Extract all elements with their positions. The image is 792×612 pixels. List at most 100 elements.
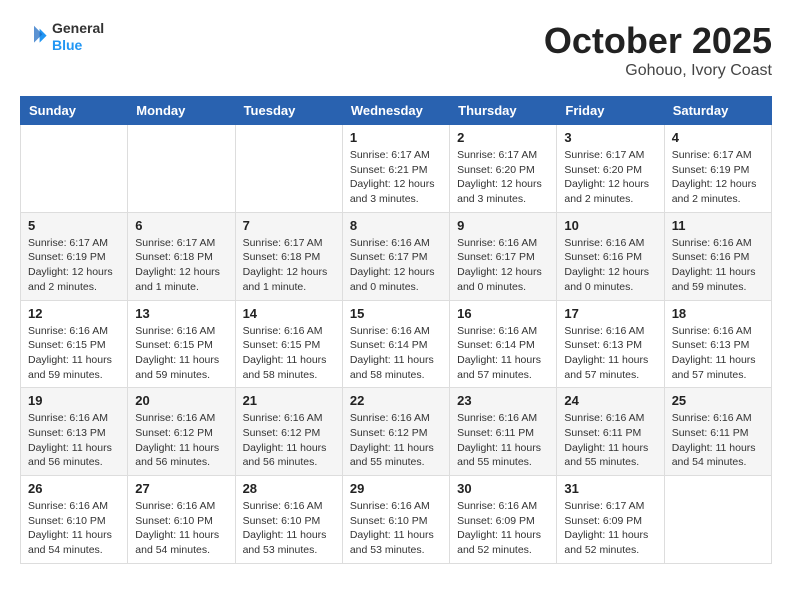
- weekday-header-saturday: Saturday: [664, 97, 771, 125]
- calendar-week-row: 1Sunrise: 6:17 AMSunset: 6:21 PMDaylight…: [21, 125, 772, 213]
- day-info: Sunrise: 6:17 AMSunset: 6:18 PMDaylight:…: [243, 236, 335, 295]
- logo-line2: Blue: [52, 37, 104, 54]
- day-info: Sunrise: 6:17 AMSunset: 6:09 PMDaylight:…: [564, 499, 656, 558]
- day-number: 9: [457, 218, 549, 233]
- day-number: 7: [243, 218, 335, 233]
- day-info: Sunrise: 6:17 AMSunset: 6:18 PMDaylight:…: [135, 236, 227, 295]
- calendar-cell: 25 Sunrise: 6:16 AMSunset: 6:11 PMDayligh…: [664, 388, 771, 476]
- logo-icon: [20, 23, 48, 51]
- day-number: 6: [135, 218, 227, 233]
- calendar-cell: 28 Sunrise: 6:16 AMSunset: 6:10 PMDayligh…: [235, 476, 342, 564]
- day-info: Sunrise: 6:17 AMSunset: 6:21 PMDaylight:…: [350, 148, 442, 207]
- day-info: Sunrise: 6:16 AMSunset: 6:14 PMDaylight:…: [350, 324, 442, 383]
- title-block: October 2025 Gohouo, Ivory Coast: [544, 20, 772, 80]
- calendar-cell: 23 Sunrise: 6:16 AMSunset: 6:11 PMDayligh…: [450, 388, 557, 476]
- day-number: 15: [350, 306, 442, 321]
- day-number: 14: [243, 306, 335, 321]
- calendar-cell: 22Sunrise: 6:16 AMSunset: 6:12 PMDayligh…: [342, 388, 449, 476]
- weekday-header-tuesday: Tuesday: [235, 97, 342, 125]
- weekday-header-monday: Monday: [128, 97, 235, 125]
- calendar-cell: [235, 125, 342, 213]
- calendar-cell: 12 Sunrise: 6:16 AMSunset: 6:15 PMDayligh…: [21, 300, 128, 388]
- calendar-week-row: 19 Sunrise: 6:16 AMSunset: 6:13 PMDayligh…: [21, 388, 772, 476]
- calendar-cell: [21, 125, 128, 213]
- day-info: Sunrise: 6:16 AMSunset: 6:13 PMDaylight:…: [564, 324, 656, 383]
- day-number: 8: [350, 218, 442, 233]
- day-number: 10: [564, 218, 656, 233]
- calendar-subtitle: Gohouo, Ivory Coast: [544, 62, 772, 80]
- day-number: 4: [672, 130, 764, 145]
- day-info: Sunrise: 6:16 AMSunset: 6:10 PMDaylight:…: [243, 499, 335, 558]
- calendar-week-row: 5 Sunrise: 6:17 AMSunset: 6:19 PMDaylight…: [21, 212, 772, 300]
- day-info: Sunrise: 6:17 AMSunset: 6:19 PMDaylight:…: [28, 236, 120, 295]
- calendar-cell: 16Sunrise: 6:16 AMSunset: 6:14 PMDayligh…: [450, 300, 557, 388]
- day-number: 13: [135, 306, 227, 321]
- day-info: Sunrise: 6:16 AMSunset: 6:16 PMDaylight:…: [564, 236, 656, 295]
- day-info: Sunrise: 6:16 AMSunset: 6:12 PMDaylight:…: [243, 411, 335, 470]
- calendar-cell: 4 Sunrise: 6:17 AMSunset: 6:19 PMDaylight…: [664, 125, 771, 213]
- calendar-cell: 17Sunrise: 6:16 AMSunset: 6:13 PMDayligh…: [557, 300, 664, 388]
- day-number: 29: [350, 481, 442, 496]
- calendar-cell: 26 Sunrise: 6:16 AMSunset: 6:10 PMDayligh…: [21, 476, 128, 564]
- calendar-cell: 18 Sunrise: 6:16 AMSunset: 6:13 PMDayligh…: [664, 300, 771, 388]
- day-number: 12: [28, 306, 120, 321]
- day-number: 18: [672, 306, 764, 321]
- day-number: 27: [135, 481, 227, 496]
- day-info: Sunrise: 6:17 AMSunset: 6:20 PMDaylight:…: [457, 148, 549, 207]
- day-number: 20: [135, 393, 227, 408]
- day-info: Sunrise: 6:16 AMSunset: 6:15 PMDaylight:…: [28, 324, 120, 383]
- calendar-cell: 11 Sunrise: 6:16 AMSunset: 6:16 PMDayligh…: [664, 212, 771, 300]
- calendar-table: SundayMondayTuesdayWednesdayThursdayFrid…: [20, 96, 772, 564]
- calendar-cell: 3Sunrise: 6:17 AMSunset: 6:20 PMDaylight…: [557, 125, 664, 213]
- day-number: 25: [672, 393, 764, 408]
- day-info: Sunrise: 6:16 AMSunset: 6:16 PMDaylight:…: [672, 236, 764, 295]
- day-info: Sunrise: 6:17 AMSunset: 6:19 PMDaylight:…: [672, 148, 764, 207]
- day-number: 11: [672, 218, 764, 233]
- calendar-cell: 10 Sunrise: 6:16 AMSunset: 6:16 PMDayligh…: [557, 212, 664, 300]
- day-info: Sunrise: 6:16 AMSunset: 6:11 PMDaylight:…: [672, 411, 764, 470]
- day-info: Sunrise: 6:16 AMSunset: 6:10 PMDaylight:…: [135, 499, 227, 558]
- calendar-cell: [664, 476, 771, 564]
- logo: General Blue: [20, 20, 104, 54]
- calendar-cell: [128, 125, 235, 213]
- day-info: Sunrise: 6:16 AMSunset: 6:12 PMDaylight:…: [350, 411, 442, 470]
- day-number: 30: [457, 481, 549, 496]
- calendar-cell: 20 Sunrise: 6:16 AMSunset: 6:12 PMDayligh…: [128, 388, 235, 476]
- day-info: Sunrise: 6:16 AMSunset: 6:09 PMDaylight:…: [457, 499, 549, 558]
- calendar-cell: 14Sunrise: 6:16 AMSunset: 6:15 PMDayligh…: [235, 300, 342, 388]
- weekday-header-wednesday: Wednesday: [342, 97, 449, 125]
- day-number: 23: [457, 393, 549, 408]
- calendar-week-row: 26 Sunrise: 6:16 AMSunset: 6:10 PMDayligh…: [21, 476, 772, 564]
- day-number: 31: [564, 481, 656, 496]
- calendar-cell: 8 Sunrise: 6:16 AMSunset: 6:17 PMDaylight…: [342, 212, 449, 300]
- calendar-cell: 27 Sunrise: 6:16 AMSunset: 6:10 PMDayligh…: [128, 476, 235, 564]
- day-number: 19: [28, 393, 120, 408]
- calendar-cell: 5 Sunrise: 6:17 AMSunset: 6:19 PMDaylight…: [21, 212, 128, 300]
- day-info: Sunrise: 6:16 AMSunset: 6:13 PMDaylight:…: [672, 324, 764, 383]
- day-info: Sunrise: 6:16 AMSunset: 6:13 PMDaylight:…: [28, 411, 120, 470]
- calendar-cell: 29Sunrise: 6:16 AMSunset: 6:10 PMDayligh…: [342, 476, 449, 564]
- calendar-cell: 9Sunrise: 6:16 AMSunset: 6:17 PMDaylight…: [450, 212, 557, 300]
- day-info: Sunrise: 6:16 AMSunset: 6:11 PMDaylight:…: [564, 411, 656, 470]
- day-info: Sunrise: 6:16 AMSunset: 6:12 PMDaylight:…: [135, 411, 227, 470]
- calendar-cell: 24 Sunrise: 6:16 AMSunset: 6:11 PMDayligh…: [557, 388, 664, 476]
- weekday-header-thursday: Thursday: [450, 97, 557, 125]
- day-info: Sunrise: 6:16 AMSunset: 6:14 PMDaylight:…: [457, 324, 549, 383]
- day-info: Sunrise: 6:16 AMSunset: 6:10 PMDaylight:…: [28, 499, 120, 558]
- weekday-header-sunday: Sunday: [21, 97, 128, 125]
- day-number: 26: [28, 481, 120, 496]
- calendar-cell: 1Sunrise: 6:17 AMSunset: 6:21 PMDaylight…: [342, 125, 449, 213]
- calendar-title: October 2025: [544, 20, 772, 62]
- calendar-cell: 6 Sunrise: 6:17 AMSunset: 6:18 PMDaylight…: [128, 212, 235, 300]
- day-info: Sunrise: 6:17 AMSunset: 6:20 PMDaylight:…: [564, 148, 656, 207]
- day-info: Sunrise: 6:16 AMSunset: 6:11 PMDaylight:…: [457, 411, 549, 470]
- day-number: 24: [564, 393, 656, 408]
- day-info: Sunrise: 6:16 AMSunset: 6:17 PMDaylight:…: [350, 236, 442, 295]
- day-number: 28: [243, 481, 335, 496]
- weekday-header-friday: Friday: [557, 97, 664, 125]
- day-number: 5: [28, 218, 120, 233]
- calendar-cell: 31 Sunrise: 6:17 AMSunset: 6:09 PMDayligh…: [557, 476, 664, 564]
- calendar-cell: 21Sunrise: 6:16 AMSunset: 6:12 PMDayligh…: [235, 388, 342, 476]
- calendar-cell: 30 Sunrise: 6:16 AMSunset: 6:09 PMDayligh…: [450, 476, 557, 564]
- day-number: 2: [457, 130, 549, 145]
